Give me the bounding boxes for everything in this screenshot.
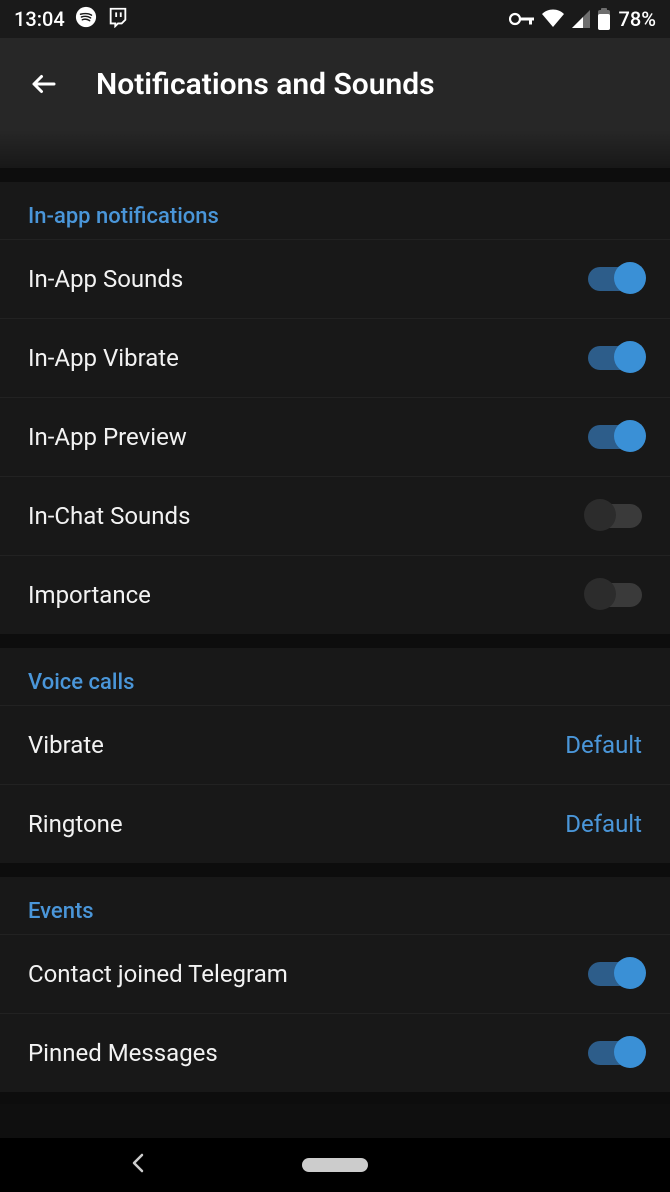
twitch-icon [107,6,129,33]
row-label: Ringtone [28,810,123,838]
section-gap [0,1092,670,1104]
row-label: In-Chat Sounds [28,502,190,530]
section-voice: Voice calls Vibrate Default Ringtone Def… [0,648,670,863]
toggle-importance[interactable] [588,583,642,607]
wifi-icon [541,9,565,29]
page-title: Notifications and Sounds [96,67,435,102]
scroll-shadow [0,130,670,168]
nav-back-icon[interactable] [130,1151,148,1179]
header: Notifications and Sounds [0,38,670,130]
section-inapp: In-app notifications In-App Sounds In-Ap… [0,182,670,634]
section-title-events: Events [0,877,670,934]
section-gap [0,863,670,877]
row-label: Pinned Messages [28,1039,218,1067]
row-label: In-App Sounds [28,265,183,293]
toggle-pinned-messages[interactable] [588,1041,642,1065]
row-label: In-App Preview [28,423,187,451]
back-button[interactable] [20,60,68,108]
row-pinned-messages[interactable]: Pinned Messages [0,1013,670,1092]
row-inchat-sounds[interactable]: In-Chat Sounds [0,476,670,555]
toggle-contact-joined[interactable] [588,962,642,986]
section-title-voice: Voice calls [0,648,670,705]
row-voice-vibrate[interactable]: Vibrate Default [0,705,670,784]
row-label: Vibrate [28,731,104,759]
vpn-key-icon [509,10,535,28]
row-contact-joined[interactable]: Contact joined Telegram [0,934,670,1013]
row-inapp-sounds[interactable]: In-App Sounds [0,239,670,318]
spotify-icon [75,6,97,33]
row-inapp-preview[interactable]: In-App Preview [0,397,670,476]
row-value: Default [565,810,642,838]
row-label: Contact joined Telegram [28,960,288,988]
section-events: Events Contact joined Telegram Pinned Me… [0,877,670,1092]
nav-home-pill[interactable] [302,1158,368,1172]
row-inapp-vibrate[interactable]: In-App Vibrate [0,318,670,397]
status-time: 13:04 [14,7,65,31]
toggle-inapp-preview[interactable] [588,425,642,449]
system-nav-bar [0,1138,670,1192]
toggle-inapp-vibrate[interactable] [588,346,642,370]
row-value: Default [565,731,642,759]
row-voice-ringtone[interactable]: Ringtone Default [0,784,670,863]
battery-percentage: 78% [619,7,656,31]
row-label: Importance [28,581,151,609]
row-importance[interactable]: Importance [0,555,670,634]
toggle-inapp-sounds[interactable] [588,267,642,291]
status-bar: 13:04 78% [0,0,670,38]
section-gap [0,634,670,648]
battery-icon [597,8,611,30]
section-gap [0,168,670,182]
cell-signal-icon [571,9,591,29]
row-label: In-App Vibrate [28,344,179,372]
section-title-inapp: In-app notifications [0,182,670,239]
toggle-inchat-sounds[interactable] [588,504,642,528]
